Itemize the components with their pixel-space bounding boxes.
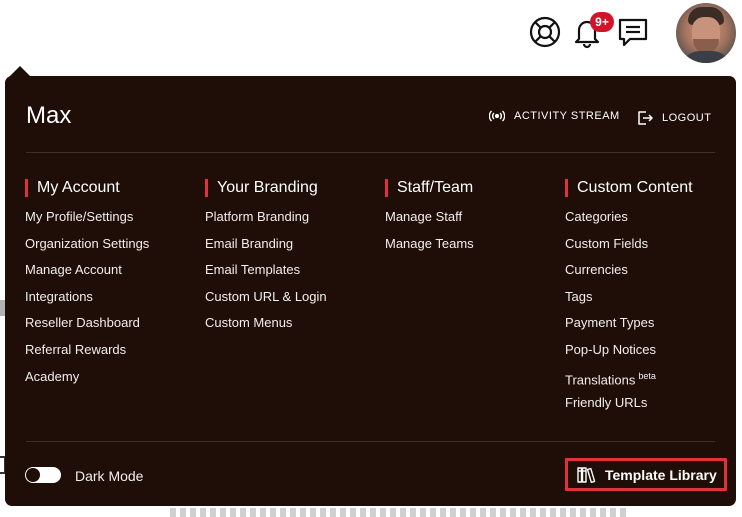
dark-mode-toggle[interactable] [25,467,61,483]
broadcast-icon [489,110,505,122]
menu-link-tags[interactable]: Tags [565,288,693,315]
menu-link-reseller-dashboard[interactable]: Reseller Dashboard [25,314,149,341]
menu-link-manage-teams[interactable]: Manage Teams [385,235,474,262]
beta-badge: beta [638,370,656,381]
logout-link[interactable]: LOGOUT [637,110,711,126]
menu-link-integrations[interactable]: Integrations [25,288,149,315]
menu-link-academy[interactable]: Academy [25,368,149,395]
column-heading: My Account [25,178,149,198]
menu-link-payment-types[interactable]: Payment Types [565,314,693,341]
activity-stream-label: ACTIVITY STREAM [514,110,620,122]
menu-column-your-branding: Your Branding Platform Branding Email Br… [205,178,327,341]
menu-link-translations[interactable]: Translations beta [565,368,693,395]
menu-column-my-account: My Account My Profile/Settings Organizat… [25,178,149,394]
menu-column-staff-team: Staff/Team Manage Staff Manage Teams [385,178,474,261]
divider [26,441,715,442]
column-heading: Staff/Team [385,178,474,198]
menu-link-email-templates[interactable]: Email Templates [205,261,327,288]
divider [26,152,715,153]
menu-link-manage-staff[interactable]: Manage Staff [385,208,474,235]
activity-stream-link[interactable]: ACTIVITY STREAM [489,110,620,122]
menu-link-categories[interactable]: Categories [565,208,693,235]
dark-mode-label: Dark Mode [75,468,144,484]
lifebuoy-icon[interactable] [528,15,562,49]
background-text-fragment [170,508,630,517]
menu-link-custom-fields[interactable]: Custom Fields [565,235,693,262]
top-bar: 9+ [0,0,742,64]
menu-link-manage-account[interactable]: Manage Account [25,261,149,288]
menu-link-my-profile-settings[interactable]: My Profile/Settings [25,208,149,235]
menu-link-custom-url-login[interactable]: Custom URL & Login [205,288,327,315]
menu-link-friendly-urls[interactable]: Friendly URLs [565,394,693,421]
user-avatar[interactable] [676,3,736,63]
logout-label: LOGOUT [662,112,712,124]
menu-link-platform-branding[interactable]: Platform Branding [205,208,327,235]
menu-link-email-branding[interactable]: Email Branding [205,235,327,262]
library-books-icon [577,466,596,483]
menu-link-organization-settings[interactable]: Organization Settings [25,235,149,262]
menu-link-custom-menus[interactable]: Custom Menus [205,314,327,341]
menu-link-referral-rewards[interactable]: Referral Rewards [25,341,149,368]
notification-badge: 9+ [590,12,614,32]
column-heading: Custom Content [565,178,693,198]
logout-icon [638,111,653,125]
menu-column-custom-content: Custom Content Categories Custom Fields … [565,178,693,421]
chat-icon[interactable] [616,15,650,49]
column-heading: Your Branding [205,178,327,198]
menu-link-pop-up-notices[interactable]: Pop-Up Notices [565,341,693,368]
user-name: Max [26,102,72,129]
menu-link-currencies[interactable]: Currencies [565,261,693,288]
template-library-button[interactable]: Template Library [565,458,727,491]
account-menu-panel: Max ACTIVITY STREAM LOGOUT My Account My… [5,76,736,506]
template-library-label: Template Library [605,466,717,483]
